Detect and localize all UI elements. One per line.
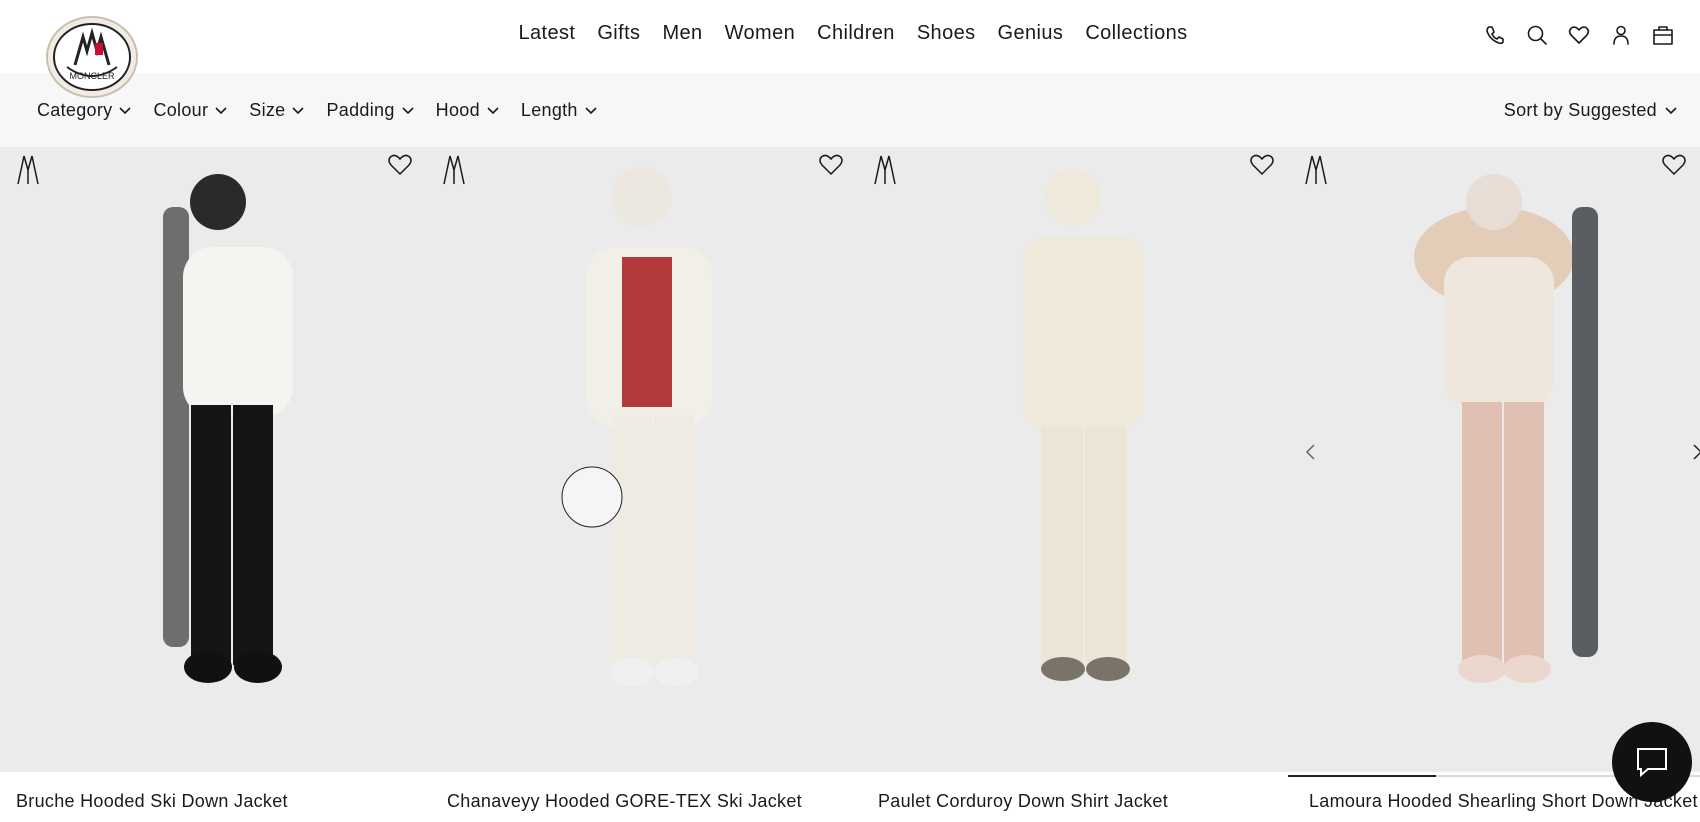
product-name[interactable]: Paulet Corduroy Down Shirt Jacket — [878, 791, 1168, 812]
nav-latest[interactable]: Latest — [518, 22, 575, 45]
grenoble-logo-icon — [1302, 152, 1330, 186]
product-image[interactable] — [0, 147, 426, 772]
nav-men[interactable]: Men — [662, 22, 702, 45]
model-figure — [561, 167, 712, 686]
nav-shoes[interactable]: Shoes — [917, 22, 976, 45]
chevron-down-icon — [292, 106, 305, 115]
wishlist-heart-icon[interactable] — [818, 152, 844, 178]
model-figure — [1022, 169, 1143, 681]
nav-women[interactable]: Women — [725, 22, 796, 45]
product-image[interactable] — [857, 147, 1288, 772]
chevron-down-icon — [1665, 106, 1677, 115]
chevron-down-icon — [402, 106, 414, 115]
filter-label: Size — [249, 100, 286, 120]
grenoble-logo-icon — [440, 152, 468, 186]
product-card[interactable]: Paulet Corduroy Down Shirt Jacket — [857, 147, 1288, 822]
product-card[interactable]: Bruche Hooded Ski Down Jacket — [0, 147, 426, 822]
filter-label: Padding — [326, 100, 395, 120]
filter-colour[interactable]: Colour — [153, 100, 227, 121]
moncler-logo[interactable]: MONCLER — [45, 15, 139, 99]
model-figure — [163, 174, 293, 683]
product-grid: Bruche Hooded Ski Down Jacket Chanaveyy … — [0, 147, 1700, 822]
product-image[interactable] — [426, 147, 857, 772]
wishlist-heart-icon[interactable] — [1661, 152, 1687, 178]
product-image[interactable] — [1288, 147, 1700, 772]
sort-dropdown[interactable]: Sort by Suggested — [1504, 100, 1677, 121]
model-figure — [1414, 174, 1598, 683]
filter-label: Length — [520, 100, 578, 120]
filter-length[interactable]: Length — [521, 100, 597, 121]
filter-category[interactable]: Category — [37, 100, 132, 121]
phone-icon[interactable] — [1484, 24, 1506, 46]
filter-padding[interactable]: Padding — [326, 100, 414, 121]
main-navigation: Latest Gifts Men Women Children Shoes Ge… — [0, 22, 1700, 45]
wishlist-heart-icon[interactable] — [387, 152, 413, 178]
nav-gifts[interactable]: Gifts — [597, 22, 640, 45]
filter-hood[interactable]: Hood — [436, 100, 499, 121]
chevron-down-icon — [585, 106, 597, 115]
filter-label: Colour — [153, 100, 209, 120]
sort-label: Sort by Suggested — [1503, 100, 1657, 120]
grenoble-logo-icon — [871, 152, 899, 186]
heart-icon[interactable] — [1568, 24, 1590, 46]
grenoble-logo-icon — [14, 152, 42, 186]
chevron-down-icon — [215, 106, 227, 115]
bag-icon[interactable] — [1652, 24, 1674, 46]
utility-icons — [1484, 24, 1674, 46]
filter-size[interactable]: Size — [249, 100, 305, 121]
chat-bubble-icon — [1637, 748, 1667, 777]
search-icon[interactable] — [1526, 24, 1548, 46]
filter-label: Hood — [435, 100, 480, 120]
chevron-down-icon — [487, 106, 499, 115]
filter-list: Category Colour Size Padding Hood Length — [37, 100, 597, 121]
filter-bar: Category Colour Size Padding Hood Length… — [0, 73, 1700, 147]
product-card[interactable]: Lamoura Hooded Shearling Short Down Jack… — [1288, 147, 1700, 822]
product-name[interactable]: Chanaveyy Hooded GORE-TEX Ski Jacket — [447, 791, 802, 812]
filter-label: Category — [37, 100, 113, 120]
account-icon[interactable] — [1610, 24, 1632, 46]
site-header: MONCLER Latest Gifts Men Women Children … — [0, 0, 1700, 98]
nav-children[interactable]: Children — [817, 22, 895, 45]
nav-genius[interactable]: Genius — [998, 22, 1064, 45]
product-name[interactable]: Bruche Hooded Ski Down Jacket — [16, 791, 288, 812]
carousel-next-arrow-icon[interactable] — [1688, 437, 1700, 467]
nav-collections[interactable]: Collections — [1085, 22, 1187, 45]
wishlist-heart-icon[interactable] — [1249, 152, 1275, 178]
carousel-prev-arrow-icon[interactable] — [1300, 437, 1320, 467]
product-card[interactable]: Chanaveyy Hooded GORE-TEX Ski Jacket — [426, 147, 857, 822]
carousel-progress-indicator — [1288, 775, 1437, 777]
logo-wordmark: MONCLER — [69, 71, 115, 81]
chevron-down-icon — [119, 106, 132, 115]
chat-button[interactable] — [1612, 722, 1692, 802]
